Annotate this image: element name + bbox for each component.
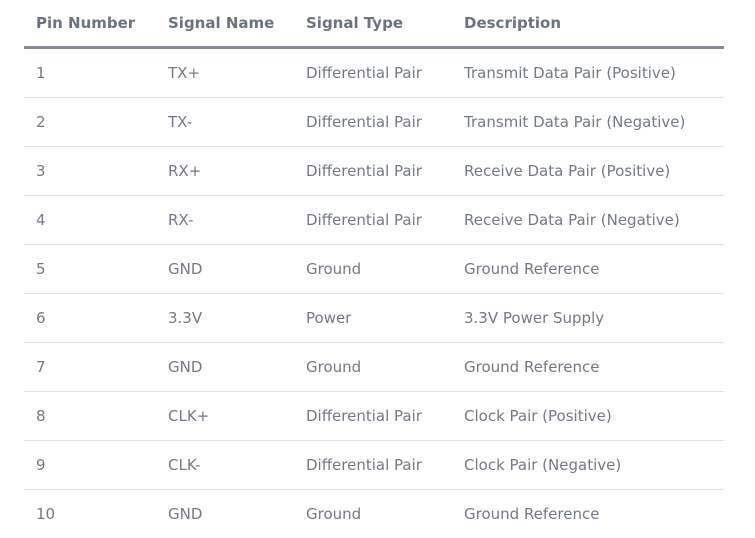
cell-signal-name: RX+ [156, 146, 294, 196]
pinout-table-container: Pin Number Signal Name Signal Type Descr… [24, 0, 724, 538]
cell-description: Ground Reference [452, 244, 724, 294]
cell-description: Transmit Data Pair (Negative) [452, 97, 724, 147]
table-row: 7 GND Ground Ground Reference [24, 342, 724, 392]
table-row: 4 RX- Differential Pair Receive Data Pair (… [24, 195, 724, 245]
cell-pin-number: 10 [36, 505, 56, 523]
table-row: 5 GND Ground Ground Reference [24, 244, 724, 294]
cell-description: Ground Reference [464, 505, 600, 523]
header-signal-type: Signal Type [294, 0, 452, 49]
cell-signal-type: Differential Pair [294, 97, 452, 147]
table-row: 6 3.3V Power 3.3V Power Supply [24, 293, 724, 343]
cell-pin-number: 9 [24, 440, 156, 490]
cell-signal-type: Differential Pair [294, 47, 452, 98]
cell-signal-type: Ground [306, 505, 362, 523]
cell-signal-type: Differential Pair [294, 195, 452, 245]
cell-signal-name: 3.3V [156, 293, 294, 343]
table-body: 1 TX+ Differential Pair Transmit Data Pair … [24, 47, 724, 538]
cell-description: Receive Data Pair (Positive) [452, 146, 724, 196]
cell-pin-number: 8 [24, 391, 156, 441]
cell-signal-type: Differential Pair [294, 440, 452, 490]
table-row: 1 TX+ Differential Pair Transmit Data Pair … [24, 47, 724, 98]
cell-description: Ground Reference [452, 342, 724, 392]
table-header-row: Pin Number Signal Name Signal Type Descr… [24, 0, 724, 49]
cell-signal-type: Power [294, 293, 452, 343]
cell-signal-type: Differential Pair [294, 146, 452, 196]
cell-description: 3.3V Power Supply [452, 293, 724, 343]
cell-description: Transmit Data Pair (Positive) [452, 47, 724, 98]
table-row: 3 RX+ Differential Pair Receive Data Pair (… [24, 146, 724, 196]
cell-pin-number: 3 [24, 146, 156, 196]
cell-description: Receive Data Pair (Negative) [452, 195, 724, 245]
cell-description: Clock Pair (Positive) [452, 391, 724, 441]
cell-signal-name: TX+ [156, 47, 294, 98]
cell-signal-name: GND [168, 505, 203, 523]
table-row: 9 CLK- Differential Pair Clock Pair (Negati… [24, 440, 724, 490]
header-signal-name: Signal Name [156, 0, 294, 49]
table-row: 8 CLK+ Differential Pair Clock Pair (Positi… [24, 391, 724, 441]
cell-signal-name: GND [156, 342, 294, 392]
cell-pin-number: 5 [24, 244, 156, 294]
cell-signal-type: Ground [294, 244, 452, 294]
header-description: Description [452, 0, 724, 49]
pinout-table: Pin Number Signal Name Signal Type Descr… [24, 0, 724, 538]
cell-pin-number: 1 [24, 47, 156, 98]
table-row: 10 GND Ground Ground Reference [24, 490, 724, 538]
cell-pin-number: 6 [24, 293, 156, 343]
cell-signal-name: CLK+ [156, 391, 294, 441]
cell-pin-number: 2 [24, 97, 156, 147]
cell-signal-name: TX- [156, 97, 294, 147]
table-row: 2 TX- Differential Pair Transmit Data Pair … [24, 97, 724, 147]
header-pin-number: Pin Number [24, 0, 156, 49]
cell-signal-type: Differential Pair [294, 391, 452, 441]
cell-signal-name: RX- [156, 195, 294, 245]
cell-signal-name: GND [156, 244, 294, 294]
cell-pin-number: 4 [24, 195, 156, 245]
cell-description: Clock Pair (Negative) [452, 440, 724, 490]
cell-pin-number: 7 [24, 342, 156, 392]
cell-signal-name: CLK- [156, 440, 294, 490]
cell-signal-type: Ground [294, 342, 452, 392]
